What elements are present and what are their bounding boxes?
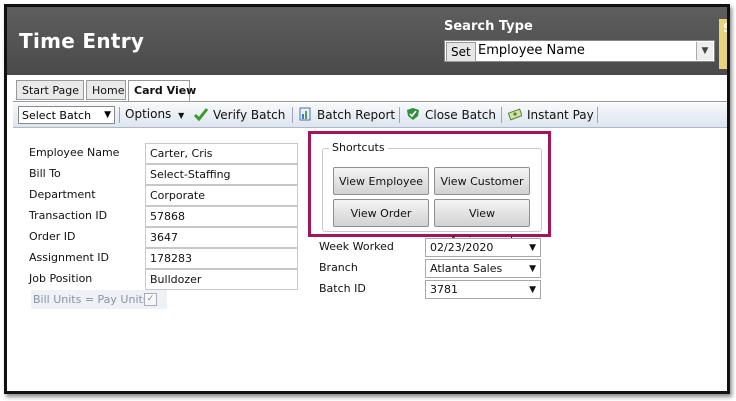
transaction-id-field[interactable]: 57868 xyxy=(145,206,298,227)
batch-id-label: Batch ID xyxy=(319,282,366,295)
job-position-label: Job Position xyxy=(29,272,93,285)
verify-batch-label: Verify Batch xyxy=(213,108,286,122)
toolbar: Select Batch ▼ Options ▼ Verify Batch Ba… xyxy=(13,103,727,128)
shortcuts-highlight: Shortcuts View Employee View Customer Vi… xyxy=(308,131,551,247)
order-id-label: Order ID xyxy=(29,230,76,243)
green-check-icon xyxy=(194,108,208,121)
tab-start-page[interactable]: Start Page xyxy=(16,80,84,100)
search-panel-edge-label: S xyxy=(723,21,727,35)
branch-dropdown[interactable]: Atlanta Sales ▼ xyxy=(425,259,541,278)
view-order-button[interactable]: View Order xyxy=(333,199,429,227)
employee-name-field[interactable]: Carter, Cris xyxy=(145,143,298,164)
assignment-id-field[interactable]: 178283 xyxy=(145,248,298,269)
branch-label: Branch xyxy=(319,261,358,274)
bill-to-label: Bill To xyxy=(29,167,61,180)
view-customer-button[interactable]: View Customer xyxy=(434,167,530,195)
tab-home[interactable]: Home xyxy=(86,80,126,100)
options-menu[interactable]: Options ▼ xyxy=(125,107,184,121)
bill-units-label: Bill Units = Pay Units xyxy=(33,293,149,306)
caret-down-icon: ▼ xyxy=(178,111,185,120)
assignment-id-label: Assignment ID xyxy=(29,251,109,264)
search-type-value: Employee Name xyxy=(478,43,585,58)
tab-divider xyxy=(13,101,727,102)
toolbar-divider xyxy=(597,107,598,123)
set-button[interactable]: Set xyxy=(446,42,476,62)
instant-pay-button[interactable]: Instant Pay xyxy=(508,107,594,122)
chevron-down-icon: ▼ xyxy=(529,264,536,274)
shortcuts-group: Shortcuts View Employee View Customer Vi… xyxy=(322,141,542,247)
bill-to-field[interactable]: Select-Staffing xyxy=(145,164,298,185)
tab-card-view[interactable]: Card View xyxy=(128,80,196,102)
shortcuts-title: Shortcuts xyxy=(329,141,388,154)
report-icon xyxy=(299,107,311,121)
close-batch-label: Close Batch xyxy=(425,108,496,122)
week-worked-label: Week Worked xyxy=(319,240,394,253)
branch-value: Atlanta Sales xyxy=(430,262,503,275)
chevron-down-icon: ▼ xyxy=(529,243,536,253)
search-type-dropdown[interactable]: Set Employee Name ▼ xyxy=(444,40,715,62)
toolbar-divider xyxy=(119,107,120,123)
close-batch-button[interactable]: Close Batch xyxy=(406,107,496,122)
order-id-field[interactable]: 3647 xyxy=(145,227,298,248)
select-batch-label: Select Batch xyxy=(22,109,92,122)
employee-name-label: Employee Name xyxy=(29,146,120,159)
view-employee-button[interactable]: View Employee xyxy=(333,167,429,195)
week-worked-value: 02/23/2020 xyxy=(430,241,494,254)
pay-icon xyxy=(508,108,522,121)
batch-id-value: 3781 xyxy=(430,283,458,296)
toolbar-divider xyxy=(501,107,502,123)
page-title: Time Entry xyxy=(19,29,145,53)
department-field[interactable]: Corporate xyxy=(145,185,298,206)
chevron-down-icon[interactable]: ▼ xyxy=(696,42,713,60)
view-assignment-button[interactable]: View Assignment xyxy=(434,199,530,247)
bill-units-checkbox[interactable]: ✓ xyxy=(144,293,157,306)
search-type-label: Search Type xyxy=(444,19,533,34)
transaction-id-label: Transaction ID xyxy=(29,209,108,222)
app-header: Time Entry Search Type S Set Employee Na… xyxy=(7,7,727,75)
verify-batch-button[interactable]: Verify Batch xyxy=(194,107,285,122)
bill-units-row: Bill Units = Pay Units ✓ xyxy=(31,290,167,309)
batch-report-button[interactable]: Batch Report xyxy=(298,107,395,122)
toolbar-divider xyxy=(399,107,400,123)
batch-report-label: Batch Report xyxy=(317,108,396,122)
batch-id-dropdown[interactable]: 3781 ▼ xyxy=(425,280,541,299)
instant-pay-label: Instant Pay xyxy=(527,108,594,122)
chevron-down-icon: ▼ xyxy=(104,110,111,120)
time-entry-window: Time Entry Search Type S Set Employee Na… xyxy=(4,4,730,394)
department-label: Department xyxy=(29,188,96,201)
options-label: Options xyxy=(125,107,172,121)
chevron-down-icon: ▼ xyxy=(529,285,536,295)
toolbar-divider xyxy=(292,107,293,123)
week-worked-dropdown[interactable]: 02/23/2020 ▼ xyxy=(425,238,541,257)
select-batch-dropdown[interactable]: Select Batch ▼ xyxy=(18,106,115,124)
job-position-field[interactable]: Bulldozer xyxy=(145,269,298,290)
shield-check-icon xyxy=(407,108,419,120)
